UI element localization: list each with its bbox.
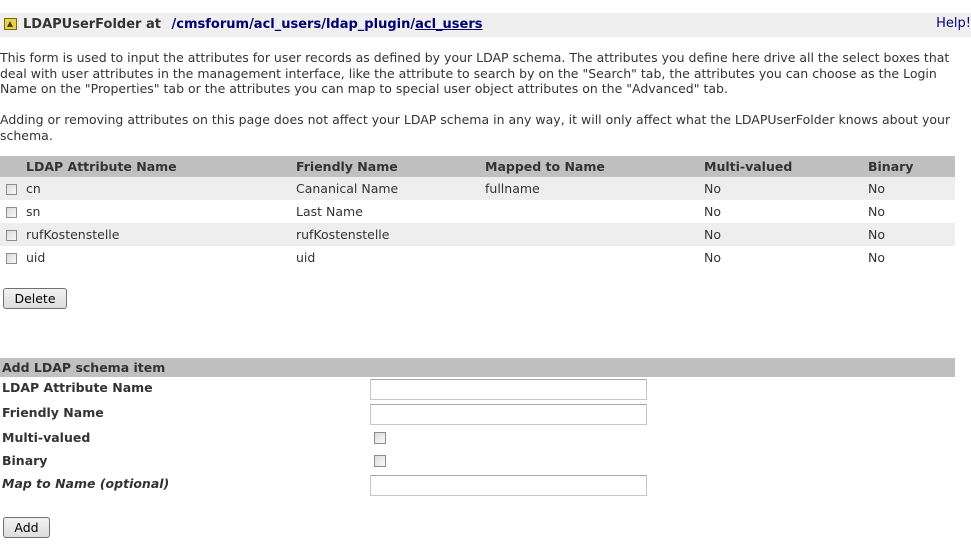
friendly-name-cell: rufKostenstelle: [296, 223, 485, 246]
mapped-to-cell: fullname: [485, 177, 704, 200]
binary-label: Binary: [2, 453, 48, 468]
column-header-ldap-name: LDAP Attribute Name: [26, 156, 296, 177]
column-header-friendly-name: Friendly Name: [296, 156, 485, 177]
intro-paragraph-2: Adding or removing attributes on this pa…: [0, 112, 951, 143]
breadcrumb: /cmsforum/acl_users/ldap_plugin/acl_user…: [172, 17, 483, 32]
table-header-row: LDAP Attribute Name Friendly Name Mapped…: [0, 156, 955, 177]
multi-valued-label: Multi-valued: [2, 430, 91, 445]
table-row: sn Last Name No No: [0, 200, 955, 223]
breadcrumb-ldap-plugin[interactable]: /ldap_plugin: [321, 17, 410, 32]
multi-valued-cell: No: [704, 177, 868, 200]
multi-valued-cell: No: [704, 223, 868, 246]
ldap-name-cell: rufKostenstelle: [26, 223, 296, 246]
help-link[interactable]: Help!: [936, 16, 971, 31]
title-bar: LDAPUserFolder at /cmsforum/acl_users/ld…: [0, 13, 971, 37]
mapped-to-cell: [485, 246, 704, 269]
schema-attributes-table: LDAP Attribute Name Friendly Name Mapped…: [0, 156, 955, 269]
breadcrumb-cmsforum[interactable]: /cmsforum: [172, 17, 250, 32]
table-row: rufKostenstelle rufKostenstelle No No: [0, 223, 955, 246]
row-select-cell: [0, 246, 26, 269]
add-schema-item-header: Add LDAP schema item: [0, 358, 955, 377]
row-select-cell: [0, 177, 26, 200]
add-button[interactable]: Add: [3, 517, 50, 538]
binary-checkbox[interactable]: [374, 455, 386, 467]
multi-valued-cell: No: [704, 200, 868, 223]
row-checkbox[interactable]: [6, 253, 17, 264]
title-prefix: LDAPUserFolder at: [23, 17, 161, 32]
multi-valued-cell: No: [704, 246, 868, 269]
row-checkbox[interactable]: [6, 184, 17, 195]
table-row: uid uid No No: [0, 246, 955, 269]
friendly-name-input[interactable]: [370, 404, 647, 425]
column-header-multi-valued: Multi-valued: [704, 156, 868, 177]
row-checkbox[interactable]: [6, 230, 17, 241]
binary-cell: No: [868, 200, 955, 223]
delete-button[interactable]: Delete: [3, 288, 67, 309]
row-select-cell: [0, 200, 26, 223]
breadcrumb-acl-users[interactable]: /acl_users: [249, 17, 321, 32]
ldap-name-cell: cn: [26, 177, 296, 200]
friendly-name-cell: Cananical Name: [296, 177, 485, 200]
table-row: cn Cananical Name fullname No No: [0, 177, 955, 200]
friendly-name-cell: Last Name: [296, 200, 485, 223]
mapped-to-cell: [485, 200, 704, 223]
multi-valued-checkbox[interactable]: [374, 432, 386, 444]
row-checkbox[interactable]: [6, 207, 17, 218]
map-to-name-label: Map to Name (optional): [2, 476, 170, 491]
column-header-binary: Binary: [868, 156, 955, 177]
breadcrumb-acl-users-current[interactable]: acl_users: [415, 17, 482, 32]
map-to-name-input[interactable]: [370, 475, 647, 496]
binary-cell: No: [868, 223, 955, 246]
intro-paragraph-1: This form is used to input the attribute…: [0, 50, 950, 96]
ldap-name-cell: sn: [26, 200, 296, 223]
row-select-cell: [0, 223, 26, 246]
mapped-to-cell: [485, 223, 704, 246]
page-title: LDAPUserFolder at /cmsforum/acl_users/ld…: [23, 17, 483, 32]
ldap-attribute-name-input[interactable]: [370, 379, 647, 400]
column-header-mapped-to: Mapped to Name: [485, 156, 704, 177]
select-column-header: [0, 156, 26, 177]
ldap-attribute-name-label: LDAP Attribute Name: [2, 380, 153, 395]
binary-cell: No: [868, 246, 955, 269]
friendly-name-label: Friendly Name: [2, 405, 104, 420]
binary-cell: No: [868, 177, 955, 200]
ldap-name-cell: uid: [26, 246, 296, 269]
friendly-name-cell: uid: [296, 246, 485, 269]
folder-icon: [4, 18, 17, 30]
